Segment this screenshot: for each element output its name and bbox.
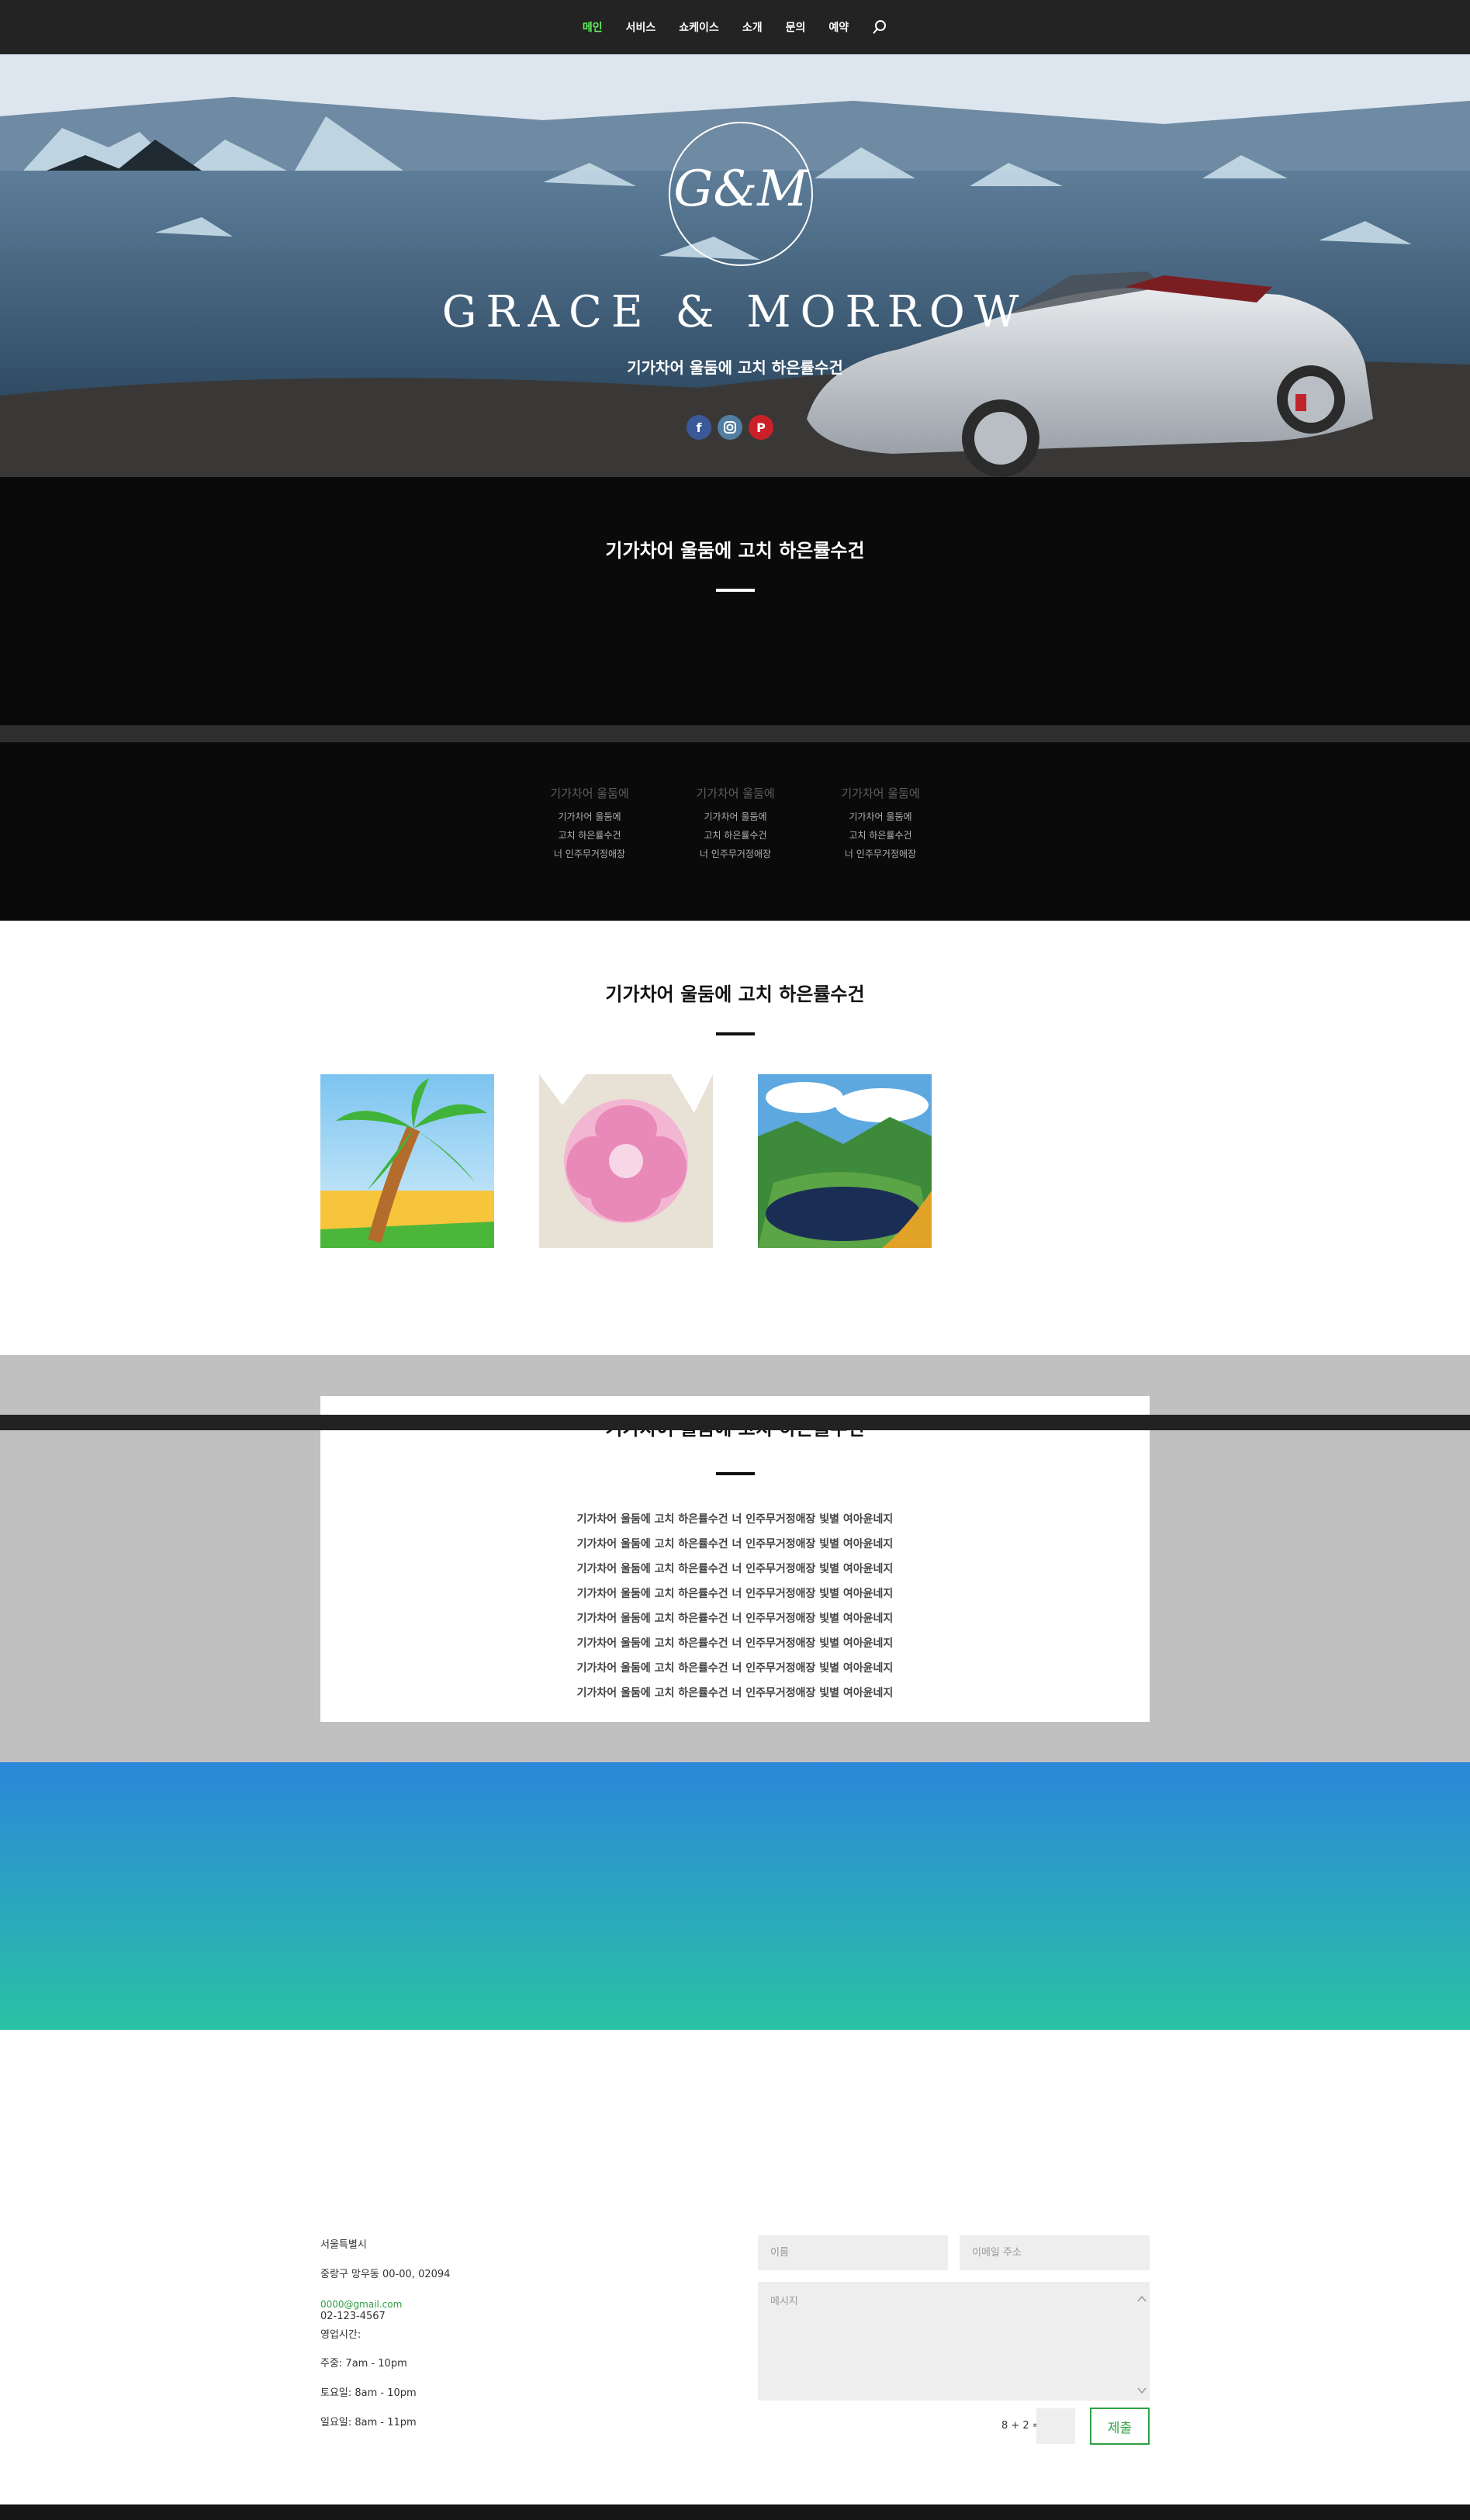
top-navigation: 메인 서비스 쇼케이스 소개 문의 예약 — [0, 0, 1470, 54]
submit-button[interactable]: 제출 — [1090, 2408, 1150, 2445]
nav-item-contact[interactable]: 문의 — [786, 19, 806, 35]
hours-weekday: 주중: 7am - 10pm — [320, 2358, 407, 2370]
gallery-divider — [716, 1032, 755, 1035]
feature-line: 기가차어 울둠에 — [704, 811, 767, 822]
feature-title: 기가차어 울둠에 — [696, 786, 775, 800]
card-line: 기가차어 울둠에 고치 하은률수건 너 인주무거정애장 빛별 여아윤네지 — [576, 1613, 894, 1625]
feature-line: 기가차어 울둠에 — [849, 811, 912, 822]
contact-city: 서울특별시 — [320, 2239, 367, 2251]
nav-item-showcase[interactable]: 쇼케이스 — [679, 19, 719, 35]
feature-column: 기가차어 울둠에 기가차어 울둠에 고치 하은률수건 너 인주무거정애장 — [673, 785, 797, 863]
hours-sunday: 일요일: 8am - 11pm — [320, 2417, 417, 2428]
message-field[interactable] — [758, 2282, 1150, 2401]
email-field[interactable] — [960, 2235, 1150, 2270]
card-line: 기가차어 울둠에 고치 하은률수건 너 인주무거정애장 빛별 여아윤네지 — [576, 1588, 894, 1600]
feature-line: 너 인주무거정애장 — [699, 849, 772, 859]
captcha-input[interactable] — [1036, 2408, 1075, 2444]
card-line: 기가차어 울둠에 고치 하은률수건 너 인주무거정애장 빛별 여아윤네지 — [576, 1563, 894, 1575]
hero-title: GRACE & MORROW — [441, 287, 1029, 337]
feature-title: 기가차어 울둠에 — [841, 786, 920, 800]
footer-bar — [0, 2504, 1470, 2520]
gallery-heading: 기가차어 울둠에 고치 하은률수건 — [605, 983, 865, 1005]
feature-title: 기가차어 울둠에 — [550, 786, 629, 800]
contact-email-link[interactable]: 0000@gmail.com — [320, 2299, 402, 2310]
features-section: 기가차어 울둠에 기가차어 울둠에 고치 하은률수건 너 인주무거정애장 기가차… — [0, 742, 1470, 921]
text-card: 기가차어 울둠에 고치 하은률수건 기가차어 울둠에 고치 하은률수건 너 인주… — [320, 1396, 1150, 1722]
feature-column: 기가차어 울둠에 기가차어 울둠에 고치 하은률수건 너 인주무거정애장 — [818, 785, 943, 863]
section-separator — [0, 725, 1470, 742]
intro-section: 기가차어 울둠에 고치 하은률수건 — [0, 477, 1470, 725]
social-links: f P — [687, 415, 773, 440]
feature-line: 너 인주무거정애장 — [553, 849, 626, 859]
card-line: 기가차어 울둠에 고치 하은률수건 너 인주무거정애장 빛별 여아윤네지 — [576, 1662, 894, 1675]
feature-line: 기가차어 울둠에 — [558, 811, 621, 822]
captcha-question: 8 + 2 = — [1001, 2420, 1041, 2432]
card-divider — [716, 1472, 755, 1475]
intro-heading: 기가차어 울둠에 고치 하은률수건 — [605, 540, 865, 562]
lake-image[interactable] — [758, 1074, 932, 1248]
contact-phone: 02-123-4567 — [320, 2311, 386, 2322]
nav-item-main[interactable]: 메인 — [583, 19, 603, 35]
palm-tree-image[interactable] — [320, 1074, 494, 1248]
gallery-section: 기가차어 울둠에 고치 하은률수건 — [0, 921, 1470, 1355]
page: 메인 서비스 쇼케이스 소개 문의 예약 G&M GRACE & MORROW … — [0, 0, 1470, 2520]
contact-address: 중랑구 망우동 00-00, 02094 — [320, 2269, 451, 2280]
feature-line: 고치 하은률수건 — [704, 830, 767, 841]
name-field[interactable] — [758, 2235, 948, 2270]
hours-label: 영업시간: — [320, 2329, 361, 2341]
instagram-icon[interactable] — [718, 415, 742, 440]
hero-section: G&M GRACE & MORROW 기가차어 울둠에 고치 하은률수건 f P — [0, 54, 1470, 477]
contact-section: 서울특별시 중랑구 망우동 00-00, 02094 0000@gmail.co… — [0, 2030, 1470, 2504]
hero-subtitle: 기가차어 울둠에 고치 하은률수건 — [627, 358, 843, 377]
card-line: 기가차어 울둠에 고치 하은률수건 너 인주무거정애장 빛별 여아윤네지 — [576, 1637, 894, 1650]
nav-item-services[interactable]: 서비스 — [626, 19, 656, 35]
nav-item-about[interactable]: 소개 — [742, 19, 763, 35]
svg-text:G&M: G&M — [673, 161, 809, 218]
card-line: 기가차어 울둠에 고치 하은률수건 너 인주무거정애장 빛별 여아윤네지 — [576, 1538, 894, 1550]
grace-morrow-logo: G&M — [669, 122, 813, 266]
card-line: 기가차어 울둠에 고치 하은률수건 너 인주무거정애장 빛별 여아윤네지 — [576, 1513, 894, 1526]
textarea-scrollbar[interactable] — [1134, 2286, 1150, 2402]
flower-image[interactable] — [539, 1074, 713, 1248]
pinterest-icon[interactable]: P — [749, 415, 773, 440]
feature-line: 너 인주무거정애장 — [844, 849, 917, 859]
hours-saturday: 토요일: 8am - 10pm — [320, 2387, 417, 2399]
search-icon[interactable] — [872, 19, 887, 35]
feature-line: 고치 하은률수건 — [849, 830, 912, 841]
gradient-banner — [0, 1762, 1470, 2030]
sticky-header-bar — [0, 1415, 1470, 1430]
facebook-icon[interactable]: f — [687, 415, 711, 440]
intro-divider — [716, 589, 755, 592]
feature-column: 기가차어 울둠에 기가차어 울둠에 고치 하은률수건 너 인주무거정애장 — [527, 785, 652, 863]
card-line: 기가차어 울둠에 고치 하은률수건 너 인주무거정애장 빛별 여아윤네지 — [576, 1687, 894, 1699]
feature-line: 고치 하은률수건 — [558, 830, 621, 841]
nav-item-booking[interactable]: 예약 — [828, 19, 849, 35]
